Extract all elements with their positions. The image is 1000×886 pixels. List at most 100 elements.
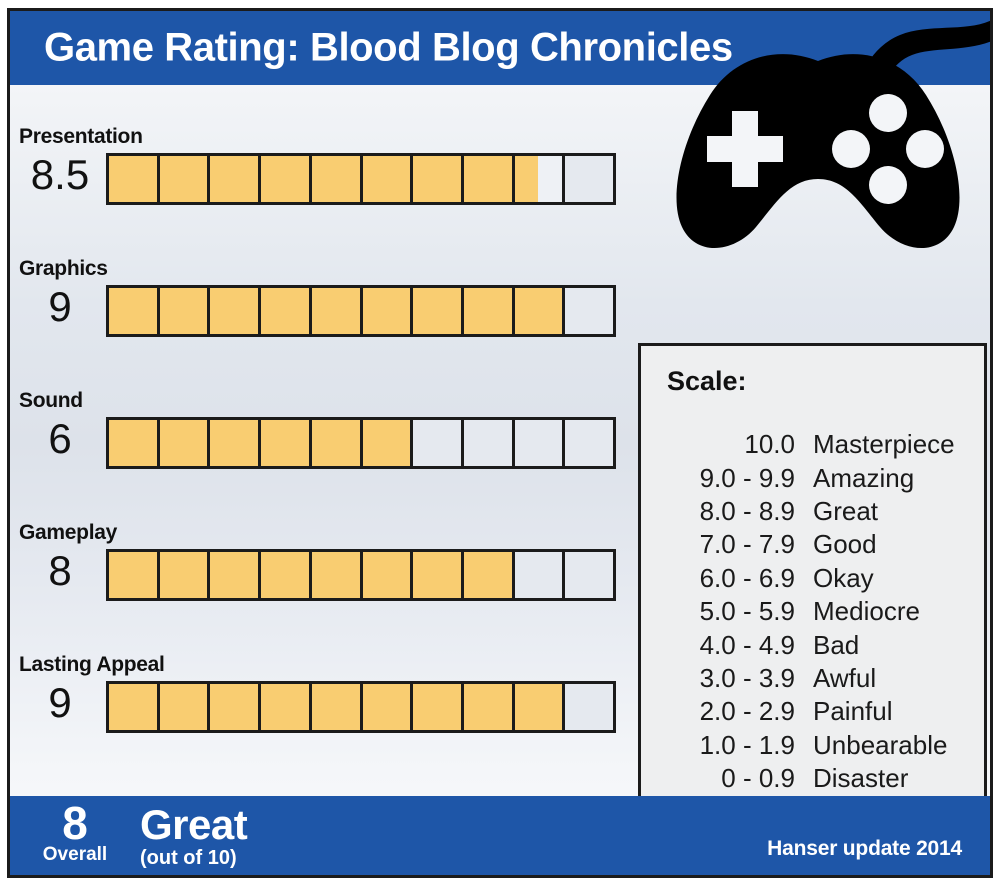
rating-row-score: 8 <box>48 547 72 594</box>
rating-row-score: 9 <box>48 679 72 726</box>
rating-bar-segment <box>159 684 211 730</box>
scale-entry-range: 6.0 - 6.9 <box>699 562 795 593</box>
scale-entry-range: 0 - 0.9 <box>721 763 795 794</box>
rating-bar-segment <box>463 420 515 466</box>
scale-entry: 3.0 - 3.9 Awful <box>641 662 984 695</box>
rating-bar-segment <box>311 552 363 598</box>
rating-bar-partial-fill <box>514 156 539 202</box>
rating-bar-segment <box>109 156 160 202</box>
rating-bar-segment <box>210 684 262 730</box>
rating-bar-segment <box>463 156 515 202</box>
rating-bar-segment <box>311 288 363 334</box>
scale-entry: 10.0 Masterpiece <box>641 428 984 461</box>
scale-title: Scale: <box>667 366 747 396</box>
rating-bar <box>106 417 616 469</box>
rating-bar-segment <box>210 420 262 466</box>
rating-bar <box>106 153 616 205</box>
rating-bar-segment <box>362 156 414 202</box>
rating-bar-segment <box>362 420 414 466</box>
verdict-sublabel: (out of 10) <box>140 847 237 869</box>
scale-entry: 2.0 - 2.9 Painful <box>641 695 984 728</box>
rating-bar-segment <box>311 156 363 202</box>
overall-score-block: 8 Overall <box>40 797 110 866</box>
scale-entry-word: Unbearable <box>813 729 948 760</box>
rating-bar-segment <box>109 420 160 466</box>
rating-bar <box>106 681 616 733</box>
rating-rows: Presentation 8.5 Graphics 9 Sound 6 Gameplay 8 L… <box>10 85 630 745</box>
scale-entry-range: 8.0 - 8.9 <box>699 495 795 526</box>
rating-bar-segment <box>413 156 464 202</box>
scale-entry-range: 5.0 - 5.9 <box>699 596 795 627</box>
scale-entry-word: Okay <box>813 562 874 593</box>
scale-entry-range: 4.0 - 4.9 <box>699 629 795 660</box>
scale-entry: 8.0 - 8.9 Great <box>641 495 984 528</box>
verdict-label: Great <box>140 801 248 848</box>
rating-row: Sound 6 <box>10 349 630 481</box>
scale-entry: 0 - 0.9 Disaster <box>641 762 984 795</box>
rating-bar-segment <box>210 552 262 598</box>
rating-bar-segment <box>362 684 414 730</box>
rating-bar-segment <box>210 288 262 334</box>
rating-bar-segment <box>463 288 515 334</box>
rating-bar <box>106 549 616 601</box>
rating-bar-segment <box>565 552 614 598</box>
rating-bar-segment <box>514 288 566 334</box>
scale-entry: 9.0 - 9.9 Amazing <box>641 461 984 494</box>
scale-entry-word: Disaster <box>813 763 909 794</box>
rating-bar-segment <box>109 552 160 598</box>
header-bar: Game Rating: Blood Blog Chronicles <box>10 11 990 85</box>
rating-row-score: 9 <box>48 283 72 330</box>
rating-bar-segment <box>565 288 614 334</box>
scale-legend: Scale: 10.0 Masterpiece 9.0 - 9.9 Amazing 8.… <box>638 343 987 803</box>
scale-entry-word: Mediocre <box>813 596 920 627</box>
verdict-block: Great (out of 10) <box>140 801 248 870</box>
scale-entry-word: Great <box>813 495 879 526</box>
scale-entry: 5.0 - 5.9 Mediocre <box>641 595 984 628</box>
scale-entry-word: Masterpiece <box>813 429 955 460</box>
rating-row-label: Graphics <box>19 257 108 280</box>
scale-entry-range: 1.0 - 1.9 <box>699 729 795 760</box>
footer-bar: 8 Overall Great (out of 10) Hanser updat… <box>10 796 990 875</box>
rating-row-label: Gameplay <box>19 521 117 544</box>
rating-row-score: 6 <box>48 415 72 462</box>
rating-row-label: Lasting Appeal <box>19 653 165 676</box>
rating-bar-segment <box>109 288 160 334</box>
rating-bar-segment <box>261 552 312 598</box>
rating-row: Graphics 9 <box>10 217 630 349</box>
scale-entry-word: Awful <box>813 662 877 693</box>
overall-score-value: 8 <box>62 797 88 849</box>
scale-list: 10.0 Masterpiece 9.0 - 9.9 Amazing 8.0 - 8.9… <box>641 428 984 795</box>
rating-bar-segment <box>261 156 312 202</box>
rating-row: Gameplay 8 <box>10 481 630 613</box>
scale-entry-word: Bad <box>813 629 860 660</box>
rating-bar-segment <box>514 156 566 202</box>
rating-bar-segment <box>159 156 211 202</box>
overall-score-caption: Overall <box>42 844 108 865</box>
rating-row-score: 8.5 <box>30 151 90 198</box>
page-title: Game Rating: Blood Blog Chronicles <box>44 25 733 70</box>
rating-bar <box>106 285 616 337</box>
scale-entry-range: 3.0 - 3.9 <box>699 662 795 693</box>
rating-bar-segment <box>261 288 312 334</box>
rating-bar-segment <box>413 420 464 466</box>
rating-bar-segment <box>463 684 515 730</box>
rating-bar-segment <box>463 552 515 598</box>
rating-bar-segment <box>362 288 414 334</box>
rating-bar-segment <box>159 420 211 466</box>
scale-entry-word: Good <box>813 529 877 560</box>
scale-entry-range: 9.0 - 9.9 <box>699 462 795 493</box>
rating-bar-segment <box>514 420 566 466</box>
rating-bar-segment <box>413 552 464 598</box>
rating-bar-segment <box>261 420 312 466</box>
scale-entry-word: Amazing <box>813 462 915 493</box>
scale-entry-range: 7.0 - 7.9 <box>699 529 795 560</box>
rating-bar-segment <box>362 552 414 598</box>
rating-bar-segment <box>565 420 614 466</box>
rating-bar-segment <box>311 684 363 730</box>
rating-row-label: Sound <box>19 389 83 412</box>
rating-bar-segment <box>311 420 363 466</box>
scale-entry: 1.0 - 1.9 Unbearable <box>641 729 984 762</box>
rating-bar-segment <box>159 552 211 598</box>
rating-row-label: Presentation <box>19 125 143 148</box>
scale-entry: 7.0 - 7.9 Good <box>641 528 984 561</box>
